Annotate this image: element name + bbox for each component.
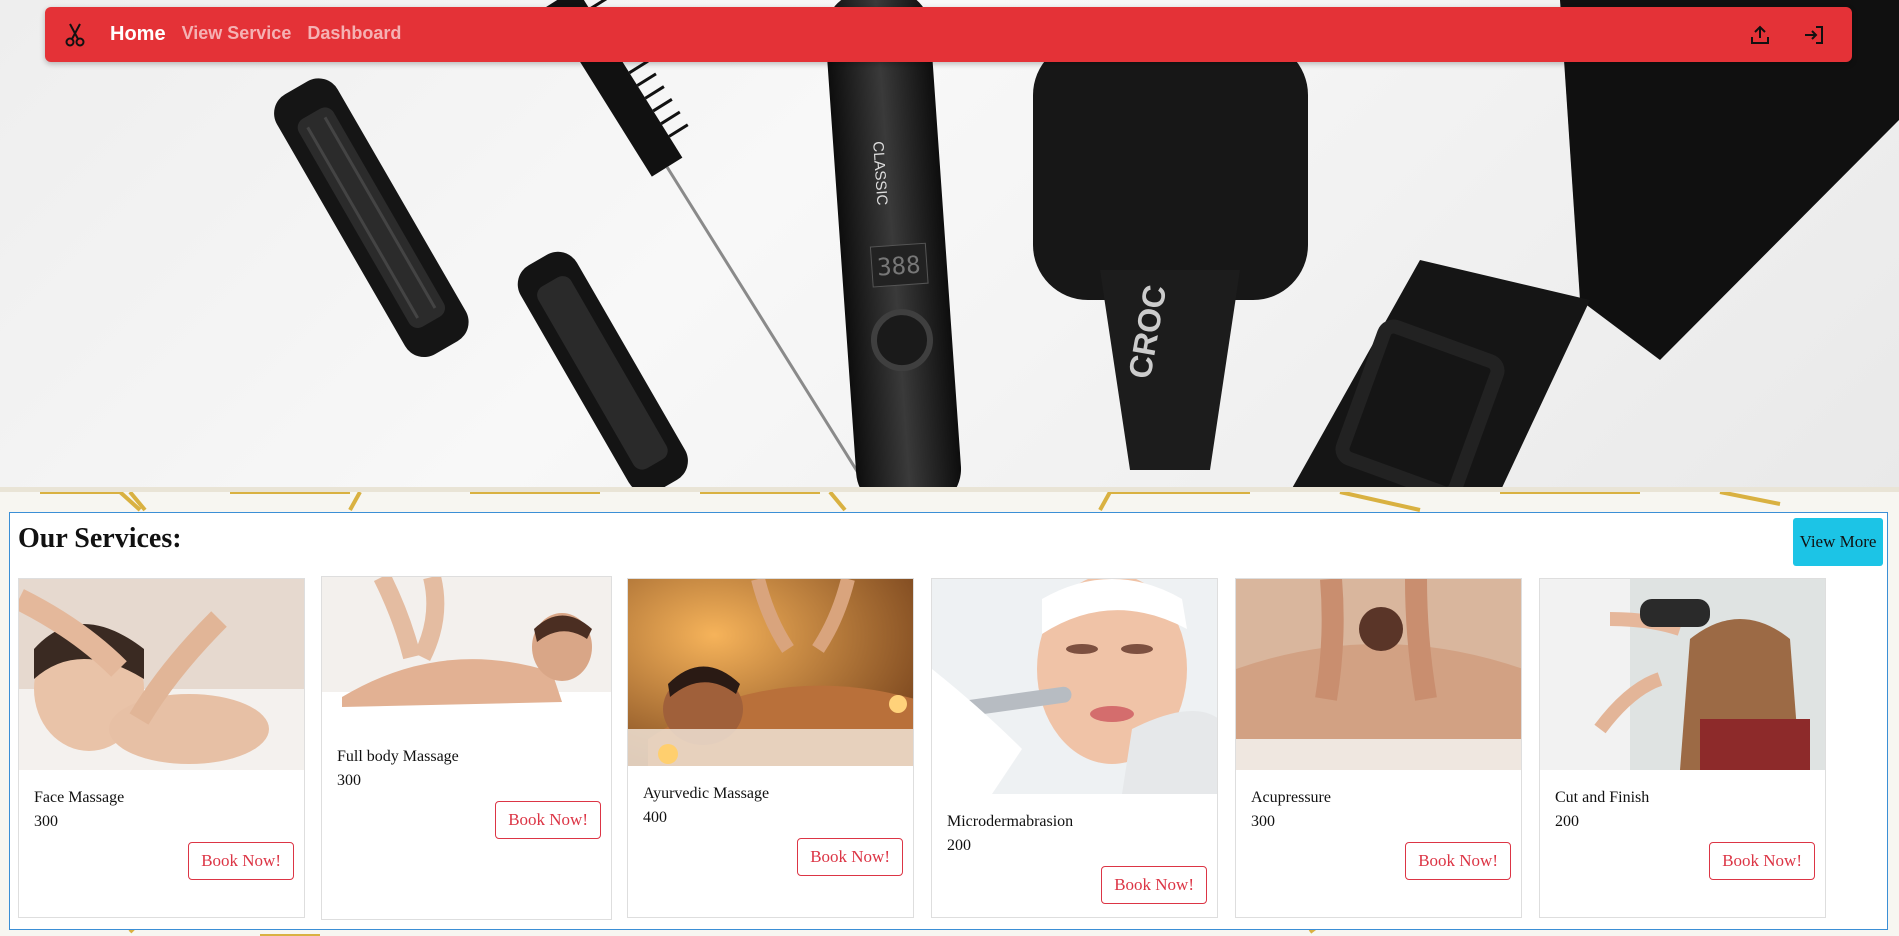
service-name: Ayurvedic Massage <box>643 785 770 802</box>
service-image-microdermabrasion <box>932 579 1217 794</box>
service-card-microdermabrasion: Microdermabrasion 200 Book Now! <box>931 578 1218 918</box>
service-price: 300 <box>1251 813 1275 830</box>
service-price: 300 <box>337 772 361 789</box>
hero-banner: 388 CLASSIC CROC <box>0 0 1899 492</box>
services-title: Our Services: <box>18 523 182 554</box>
brand-logo[interactable] <box>60 20 90 50</box>
book-now-button[interactable]: Book Now! <box>1709 842 1815 880</box>
book-now-button[interactable]: Book Now! <box>1405 842 1511 880</box>
service-image-acupressure <box>1236 579 1521 770</box>
scissors-icon <box>65 23 85 46</box>
service-card-full-body-massage: Full body Massage 300 Book Now! <box>321 576 612 920</box>
hero-display-text: 388 <box>876 251 921 282</box>
sign-in-icon <box>1805 25 1823 44</box>
service-name: Full body Massage <box>337 748 459 765</box>
nav-home-link[interactable]: Home <box>110 23 166 46</box>
service-image-cut-and-finish <box>1540 579 1825 770</box>
service-card-ayurvedic-massage: Ayurvedic Massage 400 Book Now! <box>627 578 914 918</box>
service-card-face-massage: Face Massage 300 Book Now! <box>18 578 305 918</box>
top-navbar: Home View Service Dashboard <box>45 7 1852 62</box>
service-image-full-body-massage <box>322 577 611 730</box>
hair-clip-shape-2 <box>517 251 688 492</box>
service-price: 300 <box>34 813 58 830</box>
hair-dryer-shape <box>1290 0 1899 492</box>
upload-icon <box>1751 25 1769 44</box>
nav-view-service-link[interactable]: View Service <box>182 23 292 46</box>
sign-in-button[interactable] <box>1798 19 1830 51</box>
service-name: Cut and Finish <box>1555 789 1650 806</box>
service-card-cut-and-finish: Cut and Finish 200 Book Now! <box>1539 578 1826 918</box>
service-image-ayurvedic-massage <box>628 579 913 766</box>
book-now-button[interactable]: Book Now! <box>1101 866 1207 904</box>
service-price: 200 <box>1555 813 1579 830</box>
service-card-acupressure: Acupressure 300 Book Now! <box>1235 578 1522 918</box>
service-image-face-massage <box>19 579 304 770</box>
upload-button[interactable] <box>1744 19 1776 51</box>
straightener-shape: 388 CLASSIC <box>825 0 962 492</box>
service-name: Acupressure <box>1251 789 1331 806</box>
book-now-button[interactable]: Book Now! <box>188 842 294 880</box>
book-now-button[interactable]: Book Now! <box>797 838 903 876</box>
view-more-button[interactable]: View More <box>1793 518 1883 566</box>
brush-shape: CROC <box>1033 40 1308 470</box>
hero-image: 388 CLASSIC CROC <box>0 0 1899 492</box>
service-price: 200 <box>947 837 971 854</box>
book-now-button[interactable]: Book Now! <box>495 801 601 839</box>
service-name: Microdermabrasion <box>947 813 1074 830</box>
nav-dashboard-link[interactable]: Dashboard <box>307 23 401 46</box>
service-name: Face Massage <box>34 789 125 806</box>
service-price: 400 <box>643 809 667 826</box>
services-section: Our Services: View More Face Massage 300… <box>9 512 1888 930</box>
hair-clip-shape <box>274 78 469 358</box>
